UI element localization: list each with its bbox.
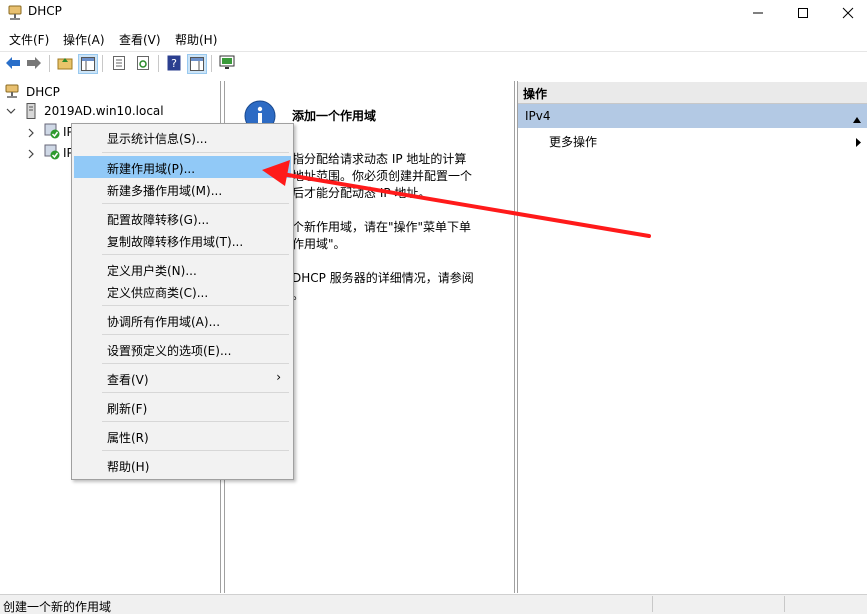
menu-item-configure-failover[interactable]: 配置故障转移(G)... <box>74 207 291 229</box>
menu-item-label: 帮助(H) <box>107 460 150 474</box>
more-actions-item[interactable]: 更多操作 <box>549 133 597 150</box>
menu-separator <box>102 254 289 255</box>
menu-separator <box>102 392 289 393</box>
content-line: 个新作用域，请在"操作"菜单下单 <box>292 220 472 234</box>
up-folder-icon[interactable] <box>56 54 74 72</box>
actions-pane <box>517 81 867 593</box>
actions-section-ipv4[interactable] <box>518 104 867 128</box>
dhcp-app-icon <box>7 5 23 21</box>
tree-item-server[interactable]: 2019AD.win10.local <box>44 104 164 118</box>
menu-item-label: 属性(R) <box>107 431 149 445</box>
menu-item-label: 设置预定义的选项(E)... <box>107 344 232 358</box>
menu-item-define-user-classes[interactable]: 定义用户类(N)... <box>74 258 291 280</box>
svg-text:?: ? <box>171 57 177 70</box>
menu-item-refresh[interactable]: 刷新(F) <box>74 396 291 418</box>
toolbar-separator <box>102 55 103 72</box>
menu-item-view[interactable]: 查看(V) › <box>74 367 291 389</box>
menu-item-new-multicast-scope[interactable]: 新建多播作用域(M)... <box>74 178 291 200</box>
menu-separator <box>102 203 289 204</box>
tree-item-dhcp[interactable]: DHCP <box>26 85 60 99</box>
menu-item-label: 查看(V) <box>107 373 149 387</box>
content-line: 指分配给请求动态 IP 地址的计算 <box>292 152 467 166</box>
ipv6-icon <box>44 144 60 163</box>
chevron-right-icon[interactable] <box>26 148 36 162</box>
maximize-button[interactable] <box>780 0 826 26</box>
menu-action[interactable]: 操作(A) <box>63 31 105 48</box>
menu-item-label: 新建作用域(P)... <box>107 162 196 176</box>
dhcp-root-icon <box>4 84 20 103</box>
help-icon[interactable]: ? <box>165 54 183 72</box>
toolbar-separator <box>211 55 212 72</box>
menu-item-properties[interactable]: 属性(R) <box>74 425 291 447</box>
properties-icon[interactable] <box>110 54 128 72</box>
menu-separator <box>102 152 289 153</box>
menu-separator <box>102 334 289 335</box>
ipv4-icon <box>44 123 60 142</box>
show-tree-icon[interactable] <box>78 54 98 74</box>
menu-item-label: 定义用户类(N)... <box>107 264 197 278</box>
toolbar <box>0 51 867 78</box>
menu-file[interactable]: 文件(F) <box>9 31 49 48</box>
menu-item-new-scope[interactable]: 新建作用域(P)... <box>74 156 291 178</box>
show-action-pane-icon[interactable] <box>187 54 207 74</box>
forward-icon[interactable] <box>25 54 43 72</box>
actions-section-label: IPv4 <box>525 109 551 123</box>
menu-item-help[interactable]: 帮助(H) <box>74 454 291 476</box>
menu-item-define-vendor-classes[interactable]: 定义供应商类(C)... <box>74 280 291 302</box>
toolbar-separator <box>49 55 50 72</box>
content-line: 地址范围。你必须创建并配置一个 <box>292 169 473 183</box>
menu-item-label: 协调所有作用域(A)... <box>107 315 221 329</box>
status-separator <box>784 596 785 612</box>
menu-separator <box>102 421 289 422</box>
context-menu: 显示统计信息(S)... 新建作用域(P)... 新建多播作用域(M)... 配… <box>71 123 294 480</box>
actions-title: 操作 <box>523 87 548 101</box>
menu-separator <box>102 363 289 364</box>
chevron-right-icon: › <box>276 370 281 384</box>
content-title: 添加一个作用域 <box>292 109 377 123</box>
content-line: 后才能分配动态 IP 地址。 <box>292 186 431 200</box>
menu-item-label: 定义供应商类(C)... <box>107 286 209 300</box>
menu-item-set-predefined-options[interactable]: 设置预定义的选项(E)... <box>74 338 291 360</box>
menu-item-show-statistics[interactable]: 显示统计信息(S)... <box>74 126 291 148</box>
content-line: DHCP 服务器的详细情况，请参阅 <box>292 271 474 285</box>
menu-item-label: 配置故障转移(G)... <box>107 213 210 227</box>
menu-item-label: 显示统计信息(S)... <box>107 132 208 146</box>
actions-header <box>518 82 867 104</box>
refresh-icon[interactable] <box>134 54 152 72</box>
menu-separator <box>102 450 289 451</box>
chevron-right-icon[interactable] <box>26 127 36 141</box>
back-icon[interactable] <box>4 54 22 72</box>
collapse-up-icon[interactable] <box>853 112 861 126</box>
minimize-button[interactable] <box>735 0 781 26</box>
server-icon <box>24 103 38 122</box>
status-text: 创建一个新的作用域 <box>3 600 112 614</box>
window-title: DHCP <box>28 4 62 18</box>
menu-item-label: 新建多播作用域(M)... <box>107 184 223 198</box>
submenu-arrow-icon <box>856 136 861 150</box>
menu-item-label: 复制故障转移作用域(T)... <box>107 235 244 249</box>
content-line: 作用域"。 <box>292 237 346 251</box>
chevron-down-icon[interactable] <box>6 106 16 119</box>
status-separator <box>652 596 653 612</box>
menu-separator <box>102 305 289 306</box>
menu-item-label: 刷新(F) <box>107 402 148 416</box>
toolbar-separator <box>158 55 159 72</box>
monitor-icon[interactable] <box>218 54 236 72</box>
status-bar <box>0 594 867 614</box>
menu-item-reconcile-all-scopes[interactable]: 协调所有作用域(A)... <box>74 309 291 331</box>
menu-item-replicate-failover-scopes[interactable]: 复制故障转移作用域(T)... <box>74 229 291 251</box>
menu-view[interactable]: 查看(V) <box>119 31 161 48</box>
menu-help[interactable]: 帮助(H) <box>175 31 217 48</box>
close-button[interactable] <box>825 0 867 26</box>
